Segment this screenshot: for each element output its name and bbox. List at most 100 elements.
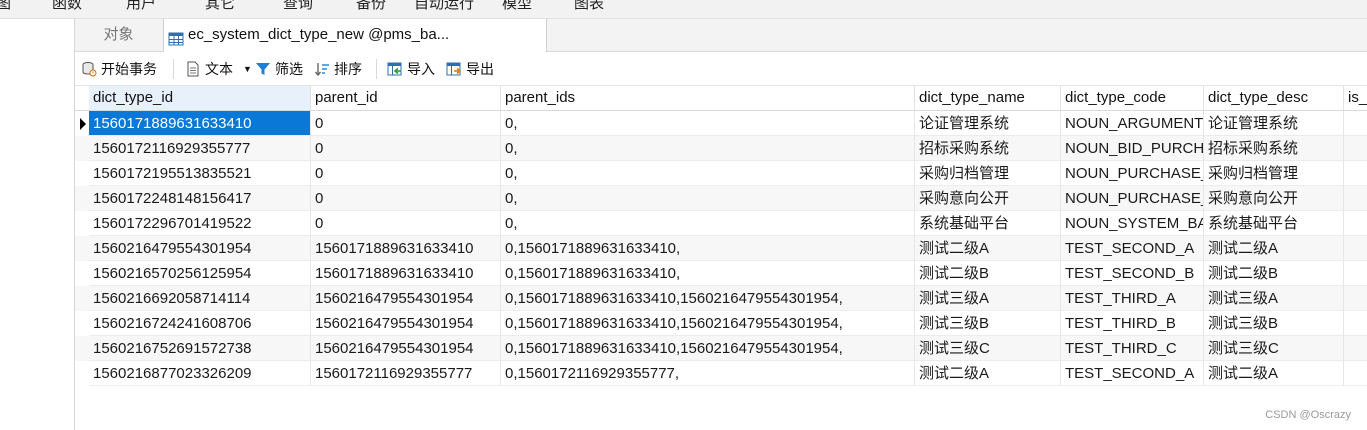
table-cell[interactable]: 测试三级B	[915, 311, 1061, 336]
column-header-dict-type-code[interactable]: dict_type_code	[1061, 86, 1204, 110]
tab-table-data[interactable]: ec_system_dict_type_new @pms_ba...	[163, 19, 547, 52]
table-row[interactable]: 1560172296701419522 0 0, 系统基础平台 NOUN_SYSTEM_…	[75, 211, 1367, 236]
table-cell[interactable]	[1344, 111, 1367, 136]
table-cell[interactable]: 招标采购系统	[915, 136, 1061, 161]
table-cell[interactable]	[1344, 236, 1367, 261]
table-cell[interactable]: 1560216479554301954	[89, 236, 311, 261]
table-row[interactable]: 1560216570256125954 1560171889631633410 0,…	[75, 261, 1367, 286]
table-cell[interactable]: 0,	[501, 211, 915, 236]
table-cell[interactable]: 招标采购系统	[1204, 136, 1344, 161]
export-button[interactable]: 导出	[446, 59, 498, 79]
table-cell[interactable]: 1560216479554301954	[311, 311, 501, 336]
table-cell[interactable]: 0,1560172116929355777,	[501, 361, 915, 386]
tab-objects[interactable]: 对象	[75, 19, 162, 51]
table-cell[interactable]: 测试三级C	[915, 336, 1061, 361]
sort-button[interactable]: 排序	[314, 59, 368, 79]
table-cell[interactable]: 1560172116929355777	[311, 361, 501, 386]
table-cell[interactable]: 测试二级A	[1204, 361, 1344, 386]
menu-item-query[interactable]: 查询	[283, 0, 313, 13]
table-cell[interactable]: NOUN_PURCHASE_	[1061, 161, 1204, 186]
table-cell[interactable]: 采购归档管理	[1204, 161, 1344, 186]
table-cell[interactable]: 0,	[501, 161, 915, 186]
table-row[interactable]: 1560172116929355777 0 0, 招标采购系统 NOUN_BID_PUR…	[75, 136, 1367, 161]
table-cell[interactable]: 1560216479554301954	[311, 286, 501, 311]
table-cell[interactable]: 1560171889631633410	[311, 261, 501, 286]
table-cell[interactable]: 1560216692058714114	[89, 286, 311, 311]
table-cell[interactable]: 系统基础平台	[915, 211, 1061, 236]
table-cell[interactable]: NOUN_PURCHASE_	[1061, 186, 1204, 211]
menu-item-automation[interactable]: 自动运行	[414, 0, 474, 13]
column-header-parent-id[interactable]: parent_id	[311, 86, 501, 110]
text-view-button[interactable]: 文本 ▼	[185, 59, 252, 79]
table-row[interactable]: 1560216479554301954 1560171889631633410 0,…	[75, 236, 1367, 261]
begin-transaction-button[interactable]: 开始事务	[81, 59, 165, 79]
table-cell[interactable]: NOUN_BID_PURCH/	[1061, 136, 1204, 161]
table-cell[interactable]	[1344, 161, 1367, 186]
table-cell[interactable]: 测试二级B	[915, 261, 1061, 286]
table-cell[interactable]: 1560171889631633410	[89, 111, 311, 136]
table-cell[interactable]: NOUN_ARGUMENT	[1061, 111, 1204, 136]
table-cell[interactable]: 0,1560171889631633410,156021647955430195…	[501, 286, 915, 311]
column-header-dict-type-id[interactable]: dict_type_id	[89, 86, 311, 110]
filter-button[interactable]: 筛选	[255, 59, 307, 79]
table-row[interactable]: 1560216692058714114 1560216479554301954 0,…	[75, 286, 1367, 311]
data-grid[interactable]: dict_type_id parent_id parent_ids dict_t…	[75, 86, 1367, 430]
menu-item-charts[interactable]: 图表	[574, 0, 604, 13]
table-row[interactable]: 1560216877023326209 1560172116929355777 0,…	[75, 361, 1367, 386]
table-cell[interactable]: 测试三级C	[1204, 336, 1344, 361]
table-cell[interactable]: 0,1560171889631633410,156021647955430195…	[501, 336, 915, 361]
table-cell[interactable]: 0,1560171889631633410,156021647955430195…	[501, 311, 915, 336]
table-cell[interactable]: TEST_SECOND_A	[1061, 361, 1204, 386]
menu-item-functions[interactable]: 函数	[52, 0, 82, 13]
table-cell[interactable]: 1560172195513835521	[89, 161, 311, 186]
column-header-dict-type-desc[interactable]: dict_type_desc	[1204, 86, 1344, 110]
table-cell[interactable]: 1560172248148156417	[89, 186, 311, 211]
table-cell[interactable]: 1560216752691572738	[89, 336, 311, 361]
import-button[interactable]: 导入	[387, 59, 439, 79]
table-cell[interactable]: 0	[311, 211, 501, 236]
table-cell[interactable]: 测试二级A	[1204, 236, 1344, 261]
table-cell[interactable]: 测试三级A	[915, 286, 1061, 311]
table-cell[interactable]: 1560171889631633410	[311, 236, 501, 261]
menu-item-view[interactable]: 图	[0, 0, 11, 13]
table-cell[interactable]: 1560216479554301954	[311, 336, 501, 361]
table-cell[interactable]	[1344, 186, 1367, 211]
table-cell[interactable]: 测试二级A	[915, 236, 1061, 261]
table-row[interactable]: 1560171889631633410 0 0, 论证管理系统 NOUN_ARGUMEN…	[75, 111, 1367, 136]
menu-item-users[interactable]: 用户	[126, 0, 156, 13]
column-header-dict-type-name[interactable]: dict_type_name	[915, 86, 1061, 110]
menu-item-model[interactable]: 模型	[502, 0, 532, 13]
table-cell[interactable]: TEST_THIRD_B	[1061, 311, 1204, 336]
table-cell[interactable]: 测试三级B	[1204, 311, 1344, 336]
table-cell[interactable]: 系统基础平台	[1204, 211, 1344, 236]
table-cell[interactable]	[1344, 211, 1367, 236]
table-cell[interactable]: 采购意向公开	[915, 186, 1061, 211]
table-cell[interactable]: 0	[311, 161, 501, 186]
table-cell[interactable]: TEST_THIRD_A	[1061, 286, 1204, 311]
table-cell[interactable]: 采购意向公开	[1204, 186, 1344, 211]
table-cell[interactable]: 0,1560171889631633410,	[501, 261, 915, 286]
table-cell[interactable]	[1344, 286, 1367, 311]
menu-item-others[interactable]: 其它	[205, 0, 235, 13]
table-cell[interactable]	[1344, 336, 1367, 361]
table-cell[interactable]: 论证管理系统	[1204, 111, 1344, 136]
table-cell[interactable]: 1560216877023326209	[89, 361, 311, 386]
table-cell[interactable]: 1560216570256125954	[89, 261, 311, 286]
column-header-parent-ids[interactable]: parent_ids	[501, 86, 915, 110]
table-cell[interactable]: 0,	[501, 111, 915, 136]
table-cell[interactable]: 0	[311, 111, 501, 136]
table-cell[interactable]: 0,	[501, 136, 915, 161]
table-cell[interactable]: 0,1560171889631633410,	[501, 236, 915, 261]
table-cell[interactable]: 采购归档管理	[915, 161, 1061, 186]
column-header-is[interactable]: is_	[1344, 86, 1367, 110]
table-row[interactable]: 1560172248148156417 0 0, 采购意向公开 NOUN_PURCHAS…	[75, 186, 1367, 211]
table-cell[interactable]: 测试二级A	[915, 361, 1061, 386]
table-cell[interactable]: 测试二级B	[1204, 261, 1344, 286]
table-cell[interactable]	[1344, 136, 1367, 161]
table-cell[interactable]: 0	[311, 136, 501, 161]
table-row[interactable]: 1560216724241608706 1560216479554301954 0,…	[75, 311, 1367, 336]
table-row[interactable]: 1560216752691572738 1560216479554301954 0,…	[75, 336, 1367, 361]
table-cell[interactable]: 0,	[501, 186, 915, 211]
table-cell[interactable]: 0	[311, 186, 501, 211]
table-cell[interactable]: 1560172296701419522	[89, 211, 311, 236]
